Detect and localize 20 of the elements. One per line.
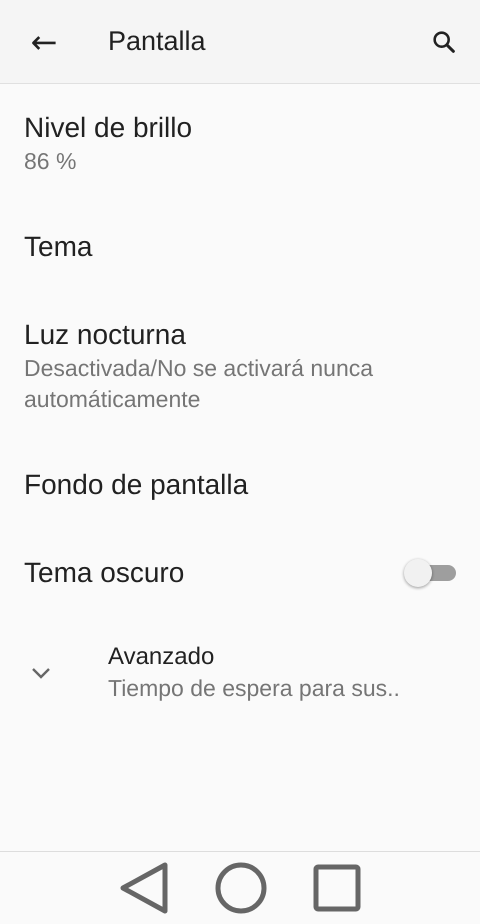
item-title: Fondo de pantalla	[24, 468, 250, 502]
settings-item[interactable]: Luz nocturna Desactivada/No se activará nunca automáticamente	[0, 291, 480, 441]
item-title: Luz nocturna	[24, 318, 187, 352]
back-button[interactable]: ←	[24, 26, 64, 58]
screen-title: Pantalla	[108, 26, 207, 57]
item-title: Tema	[24, 230, 94, 264]
item-title: Tema oscuro	[24, 556, 184, 590]
item-summary: Tiempo de espera para sus..	[108, 674, 400, 703]
settings-item[interactable]: Tema	[0, 203, 480, 291]
item-summary: Desactivada/No se activará nunca automáticamente	[24, 354, 374, 414]
settings-item[interactable]: Tema oscuro	[0, 529, 480, 617]
item-title: Avanzado	[108, 642, 216, 672]
home-circle-icon[interactable]	[215, 862, 267, 914]
overview-square-icon[interactable]	[313, 864, 361, 912]
item-title: Nivel de brillo	[24, 111, 194, 145]
settings-item[interactable]: Avanzado Tiempo de espera para sus..	[0, 617, 480, 728]
back-triangle-icon[interactable]	[119, 862, 169, 914]
settings-item[interactable]: Fondo de pantalla	[0, 441, 480, 529]
item-summary: 86 %	[24, 147, 78, 176]
settings-item[interactable]: Nivel de brillo 86 %	[0, 84, 480, 203]
